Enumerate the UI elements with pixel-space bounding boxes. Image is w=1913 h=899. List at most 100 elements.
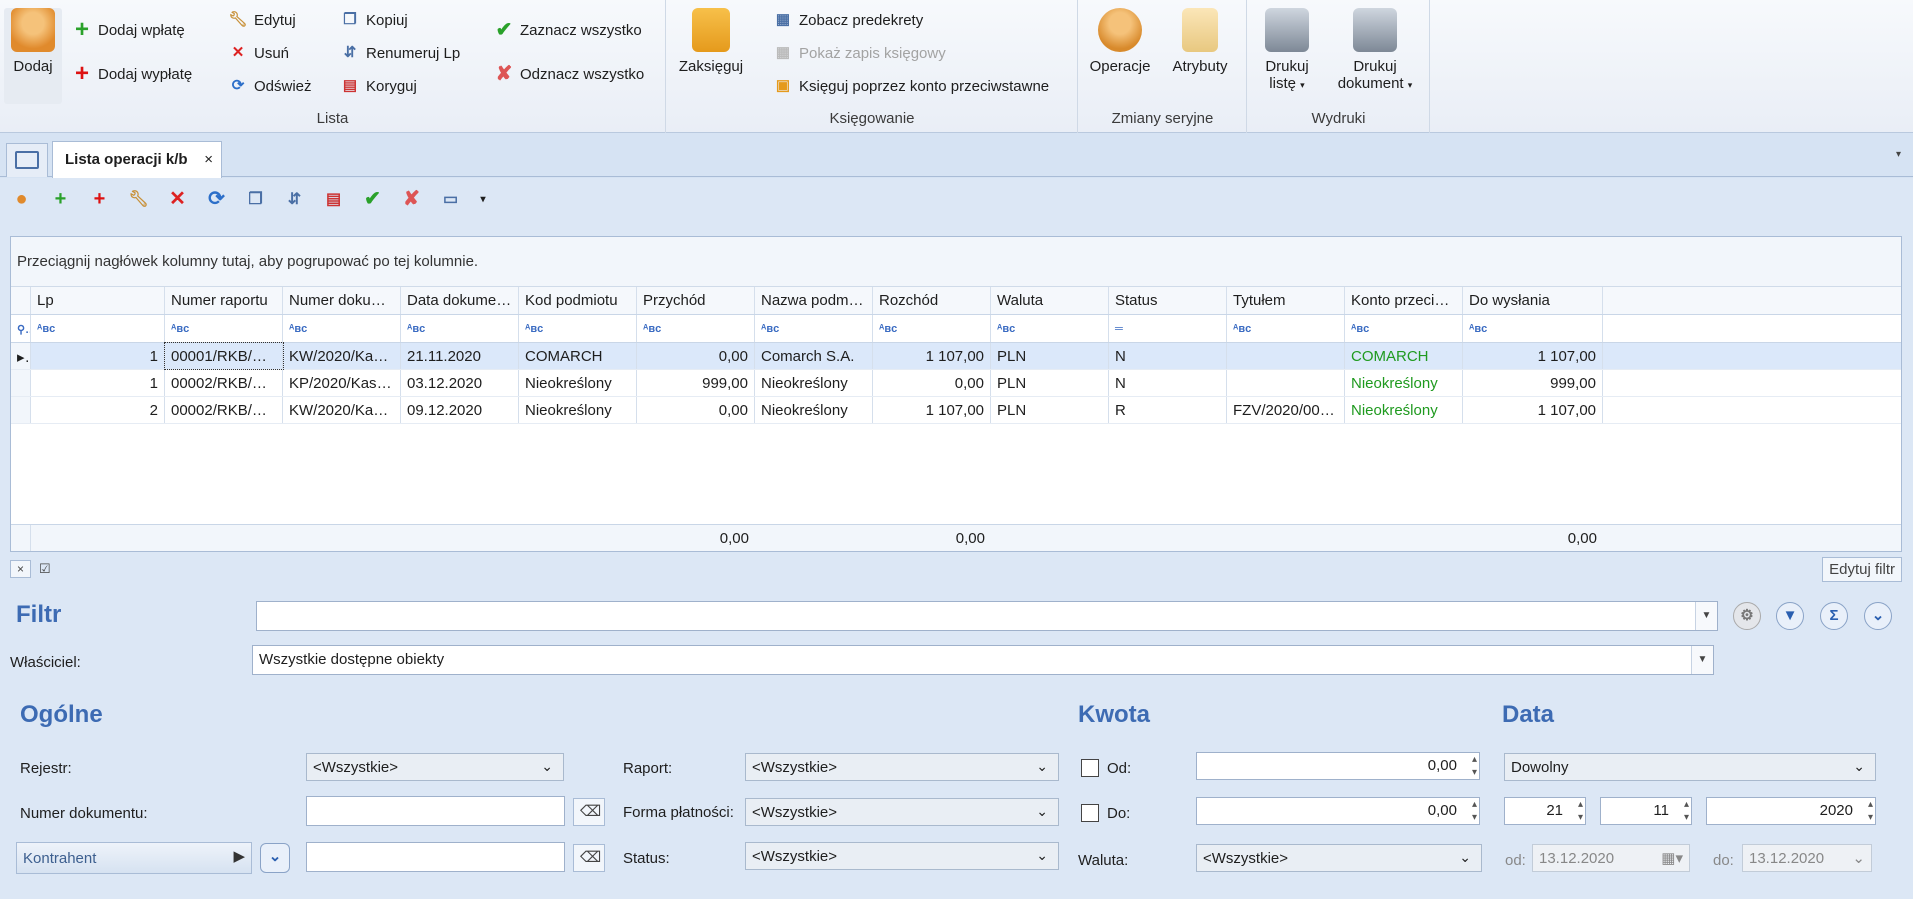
column-filter-cell[interactable]: ᴬʙᴄ: [991, 315, 1109, 342]
column-header[interactable]: Numer dokumen...: [283, 287, 401, 314]
eraser-icon[interactable]: ⌫: [573, 798, 605, 826]
column-filter-cell[interactable]: ᴬʙᴄ: [1345, 315, 1463, 342]
table-cell[interactable]: 999,00: [637, 370, 755, 396]
table-cell[interactable]: N: [1109, 343, 1227, 369]
month-input[interactable]: 11: [1600, 797, 1692, 825]
koryguj-button[interactable]: ▤ Koryguj: [340, 76, 417, 96]
column-header[interactable]: Do wysłania: [1463, 287, 1603, 314]
zobacz-predekrety-button[interactable]: ▦ Zobacz predekrety: [773, 10, 923, 30]
wrench-icon[interactable]: 🔧︎: [125, 186, 152, 213]
table-cell[interactable]: 2: [31, 397, 165, 423]
dodaj-wyplate-button[interactable]: + Dodaj wypłatę: [72, 62, 192, 86]
table-row[interactable]: 100002/RKB/Kasa ...KP/2020/Kasa got...03…: [11, 370, 1901, 397]
export-icon[interactable]: ▭: [437, 186, 464, 213]
edytuj-filtr-button[interactable]: Edytuj filtr: [1822, 556, 1902, 582]
column-header[interactable]: Lp: [31, 287, 165, 314]
funnel-icon[interactable]: ▼: [1776, 602, 1804, 630]
kontrahent-button[interactable]: Kontrahent ▶: [16, 842, 252, 874]
forma-platnosci-select[interactable]: <Wszystkie> ⌄: [745, 798, 1059, 826]
row-indicator[interactable]: [11, 370, 31, 396]
ksieguj-poprzez-button[interactable]: ▣ Księguj poprzez konto przeciwstawne: [773, 76, 1049, 96]
pokaz-zapis-button[interactable]: ▦ Pokaż zapis księgowy: [773, 43, 946, 63]
dodaj-wplate-button[interactable]: + Dodaj wpłatę: [72, 18, 185, 42]
table-cell[interactable]: Nieokreślony: [1345, 397, 1463, 423]
refresh-icon[interactable]: ⟳: [203, 186, 230, 213]
table-cell[interactable]: KP/2020/Kasa got...: [283, 370, 401, 396]
table-cell[interactable]: 0,00: [873, 370, 991, 396]
table-cell[interactable]: [1227, 343, 1345, 369]
data-od-input[interactable]: 13.12.2020 ▦▾: [1532, 844, 1690, 872]
table-cell[interactable]: Nieokreślony: [755, 370, 873, 396]
table-cell[interactable]: Nieokreślony: [519, 397, 637, 423]
rejestr-select[interactable]: <Wszystkie> ⌄: [306, 753, 564, 781]
table-cell[interactable]: R: [1109, 397, 1227, 423]
wlasciciel-combo[interactable]: Wszystkie dostępne obiekty ▼: [252, 645, 1714, 675]
odswiez-button[interactable]: ⟳ Odśwież: [228, 76, 312, 96]
clear-filter-icon[interactable]: ×: [10, 560, 32, 578]
column-header[interactable]: Waluta: [991, 287, 1109, 314]
waluta-select[interactable]: <Wszystkie> ⌄: [1196, 844, 1482, 872]
column-header[interactable]: Rozchód: [873, 287, 991, 314]
edytuj-button[interactable]: 🔧︎ Edytuj: [228, 10, 295, 30]
numer-dokumentu-input[interactable]: [306, 796, 565, 826]
table-cell[interactable]: PLN: [991, 370, 1109, 396]
renumber-icon[interactable]: ⇵: [281, 186, 308, 213]
table-cell[interactable]: KW/2020/Kasa go...: [283, 397, 401, 423]
chevron-down-icon[interactable]: ⌄: [1852, 849, 1865, 867]
column-filter-cell[interactable]: ᴬʙᴄ: [165, 315, 283, 342]
zaznacz-button[interactable]: ✔ Zaznacz wszystko: [494, 20, 642, 40]
zaksieguj-button[interactable]: Zaksięguj: [677, 8, 745, 75]
gear-icon[interactable]: ⚙: [1733, 602, 1761, 630]
table-cell[interactable]: 00002/RKB/Kasa ...: [165, 370, 283, 396]
column-filter-cell[interactable]: ᴬʙᴄ: [1463, 315, 1603, 342]
table-cell[interactable]: 00002/RKB/Kasa ...: [165, 397, 283, 423]
table-cell[interactable]: FZV/2020/00001: [1227, 397, 1345, 423]
table-cell[interactable]: PLN: [991, 343, 1109, 369]
table-row[interactable]: 200002/RKB/Kasa ...KW/2020/Kasa go...09.…: [11, 397, 1901, 424]
kwota-do-checkbox[interactable]: [1081, 804, 1099, 822]
uncheck-icon[interactable]: ✘: [398, 186, 425, 213]
table-cell[interactable]: 21.11.2020: [401, 343, 519, 369]
column-header[interactable]: Kod podmiotu: [519, 287, 637, 314]
table-cell[interactable]: 1 107,00: [873, 343, 991, 369]
column-filter-cell[interactable]: ═: [1109, 315, 1227, 342]
raport-select[interactable]: <Wszystkie> ⌄: [745, 753, 1059, 781]
add-user-icon[interactable]: ●: [8, 186, 35, 213]
drukuj-liste-button[interactable]: Drukuj listę ▾: [1256, 8, 1318, 92]
column-header[interactable]: Tytułem: [1227, 287, 1345, 314]
close-tab-icon[interactable]: ×: [204, 151, 213, 168]
column-header[interactable]: Nazwa podmiotu: [755, 287, 873, 314]
column-filter-cell[interactable]: ᴬʙᴄ: [755, 315, 873, 342]
year-input[interactable]: 2020: [1706, 797, 1876, 825]
plus-red-icon[interactable]: +: [86, 186, 113, 213]
column-header[interactable]: Data dokumentu: [401, 287, 519, 314]
sigma-icon[interactable]: Σ: [1820, 602, 1848, 630]
eraser-icon[interactable]: ⌫: [573, 844, 605, 872]
kwota-od-input[interactable]: 0,00: [1196, 752, 1480, 780]
table-cell[interactable]: COMARCH: [519, 343, 637, 369]
dodaj-button[interactable]: Dodaj: [4, 8, 62, 104]
row-indicator[interactable]: ▸: [11, 343, 31, 369]
data-do-input[interactable]: 13.12.2020 ⌄: [1742, 844, 1872, 872]
pin-icon[interactable]: ⚲: [11, 315, 31, 342]
table-cell[interactable]: 1 107,00: [873, 397, 991, 423]
table-cell[interactable]: 0,00: [637, 343, 755, 369]
expand-icon[interactable]: ⌄: [1864, 602, 1892, 630]
table-cell[interactable]: 0,00: [637, 397, 755, 423]
filter-enabled-checkbox[interactable]: ☑: [39, 561, 51, 577]
table-cell[interactable]: 09.12.2020: [401, 397, 519, 423]
table-cell[interactable]: KW/2020/Kasa go...: [283, 343, 401, 369]
usun-button[interactable]: ✕ Usuń: [228, 43, 289, 63]
table-cell[interactable]: 1 107,00: [1463, 343, 1603, 369]
column-filter-cell[interactable]: ᴬʙᴄ: [31, 315, 165, 342]
tab-home[interactable]: [6, 143, 48, 177]
kontrahent-input[interactable]: [306, 842, 565, 872]
dropdown-arrow-icon[interactable]: ▼: [1695, 602, 1717, 630]
column-filter-cell[interactable]: ᴬʙᴄ: [283, 315, 401, 342]
odznacz-button[interactable]: ✘ Odznacz wszystko: [494, 64, 645, 84]
plus-icon[interactable]: +: [47, 186, 74, 213]
operacje-button[interactable]: Operacje: [1085, 8, 1155, 75]
expand-icon[interactable]: ⌄: [260, 843, 290, 873]
kwota-do-input[interactable]: 0,00: [1196, 797, 1480, 825]
column-filter-cell[interactable]: ᴬʙᴄ: [637, 315, 755, 342]
